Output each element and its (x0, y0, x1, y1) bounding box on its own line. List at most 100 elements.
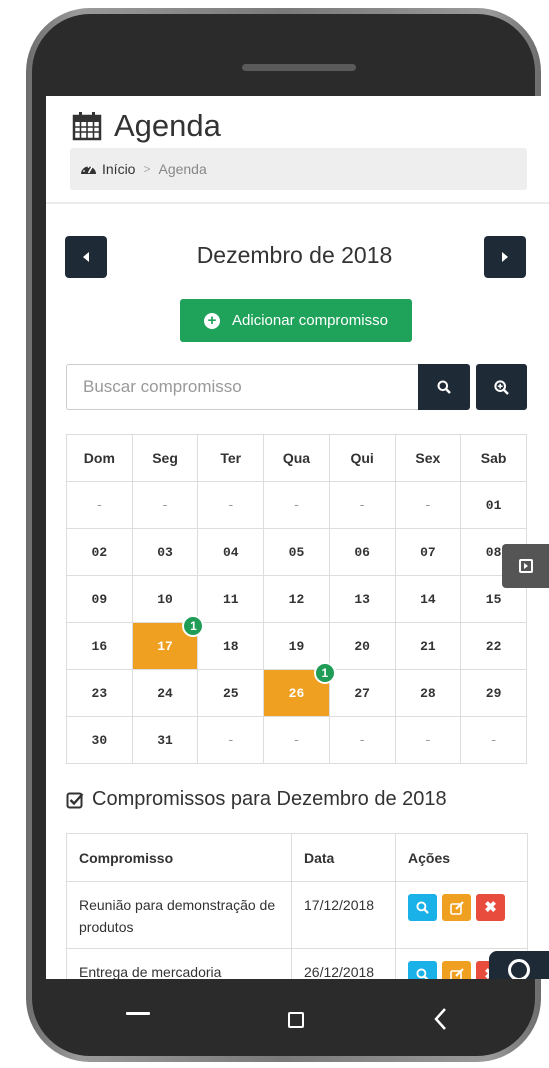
side-panel-toggle[interactable] (502, 544, 549, 588)
calendar-empty-cell: - (263, 481, 330, 529)
calendar-empty-cell: - (460, 716, 527, 764)
delete-appointment-button[interactable]: ✖ (476, 894, 505, 921)
calendar-day-cell[interactable]: 28 (394, 669, 462, 717)
appointment-row: Reunião para demonstração de produtos 17… (66, 881, 528, 949)
calendar-day-cell[interactable]: 18 (197, 622, 265, 670)
calendar-week-row: 02 03 04 05 06 07 08 (66, 528, 527, 576)
advanced-search-button[interactable] (476, 364, 527, 410)
weekday-wed: Qua (263, 434, 330, 482)
weekday-mon: Seg (131, 434, 199, 482)
calendar-day-cell[interactable]: 09 (66, 575, 133, 623)
calendar-empty-cell: - (197, 716, 265, 764)
add-appointment-label: Adicionar compromisso (232, 312, 388, 329)
triangle-right-icon (502, 252, 508, 262)
header-divider (46, 202, 549, 204)
page-title-text: Agenda (114, 108, 221, 143)
calendar-day-cell[interactable]: 20 (328, 622, 396, 670)
calendar-day-cell[interactable]: 21 (394, 622, 462, 670)
column-header-actions: Ações (395, 833, 528, 882)
calendar-icon (72, 112, 102, 141)
calendar-day-cell[interactable]: 11 (197, 575, 265, 623)
close-icon: ✖ (484, 898, 497, 916)
calendar-day-cell[interactable]: 22 (460, 622, 527, 670)
calendar-day-cell[interactable]: 06 (328, 528, 396, 576)
appointment-row: Entrega de mercadoria 26/12/2018 (66, 948, 528, 979)
calendar-week-row: - - - - - - 01 (66, 481, 527, 529)
calendar-day-cell[interactable]: 03 (131, 528, 199, 576)
plus-circle-icon: + (204, 312, 221, 329)
calendar-day-cell[interactable]: 04 (197, 528, 265, 576)
calendar-day-cell[interactable]: 29 (460, 669, 527, 717)
breadcrumb-home-label[interactable]: Início (102, 161, 135, 177)
search-button[interactable] (418, 364, 470, 410)
calendar-event-day-cell[interactable]: 17 1 (131, 615, 205, 670)
month-label: Dezembro de 2018 (196, 242, 393, 268)
app-screen: Agenda Início > Agenda Dezembro de 2018 … (46, 96, 549, 979)
calendar-day-cell[interactable]: 07 (394, 528, 462, 576)
appointments-heading: Compromissos para Dezembro de 2018 (66, 788, 447, 811)
calendar-day-cell[interactable]: 31 (131, 716, 199, 764)
checkbox-checked-icon (66, 792, 84, 808)
calendar-day-cell[interactable]: 30 (66, 716, 133, 764)
column-header-date: Data (291, 833, 396, 882)
triangle-left-icon (83, 252, 89, 262)
add-appointment-button[interactable]: + Adicionar compromisso (180, 299, 412, 342)
calendar-day-cell[interactable]: 14 (394, 575, 462, 623)
appointments-heading-text: Compromissos para Dezembro de 2018 (92, 788, 447, 810)
calendar-day-cell[interactable]: 12 (263, 575, 330, 623)
calendar-empty-cell: - (263, 716, 330, 764)
calendar-grid: Dom Seg Ter Qua Qui Sex Sab - - - - - - … (66, 434, 527, 764)
weekday-sun: Dom (66, 434, 133, 482)
breadcrumb-separator: > (143, 162, 151, 176)
chat-widget-button[interactable] (489, 951, 549, 979)
zoom-in-icon (494, 379, 509, 395)
calendar-day-cell[interactable]: 13 (328, 575, 396, 623)
calendar-day-cell[interactable]: 05 (263, 528, 330, 576)
weekday-fri: Sex (394, 434, 462, 482)
calendar-empty-cell: - (328, 481, 396, 529)
column-header-appointment: Compromisso (66, 833, 292, 882)
calendar-day-cell[interactable]: 23 (66, 669, 133, 717)
calendar-week-row: 09 10 11 12 13 14 15 (66, 575, 527, 623)
appointments-header-row: Compromisso Data Ações (66, 833, 528, 882)
chat-bubble-icon (508, 959, 530, 979)
calendar-empty-cell: - (394, 716, 462, 764)
back-chevron-icon[interactable] (431, 1005, 451, 1033)
prev-month-button[interactable] (65, 236, 107, 278)
phone-speaker (242, 64, 356, 71)
page-title: Agenda (72, 104, 221, 148)
next-month-button[interactable] (484, 236, 526, 278)
calendar-empty-cell: - (328, 716, 396, 764)
calendar-day-cell[interactable]: 02 (66, 528, 133, 576)
calendar-day-cell[interactable]: 16 (66, 622, 133, 670)
minus-nav-icon[interactable] (126, 1012, 150, 1015)
edit-appointment-button[interactable] (442, 961, 471, 979)
search-input[interactable] (66, 364, 419, 410)
calendar-empty-cell: - (66, 481, 133, 529)
search-icon (416, 968, 429, 979)
edit-appointment-button[interactable] (442, 894, 471, 921)
calendar-empty-cell: - (394, 481, 462, 529)
breadcrumb-home[interactable]: Início (80, 161, 135, 177)
calendar-day-cell[interactable]: 27 (328, 669, 396, 717)
calendar-empty-cell: - (131, 481, 199, 529)
event-day-number: 17 (157, 638, 173, 654)
weekday-sat: Sab (460, 434, 527, 482)
breadcrumb-current: Agenda (158, 161, 207, 177)
weekday-thu: Qui (328, 434, 396, 482)
home-square-icon[interactable] (288, 1012, 304, 1028)
edit-icon (449, 900, 464, 915)
calendar-day-cell[interactable]: 24 (131, 669, 199, 717)
calendar-event-day-cell[interactable]: 26 1 (263, 662, 336, 717)
calendar-day-cell[interactable]: 25 (197, 669, 265, 717)
weekday-header-row: Dom Seg Ter Qua Qui Sex Sab (66, 434, 527, 482)
calendar-week-row: 30 31 - - - - - (66, 716, 527, 764)
appointment-name: Reunião para demonstração de produtos (66, 881, 292, 949)
view-appointment-button[interactable] (408, 894, 437, 921)
appointments-table: Compromisso Data Ações Reunião para demo… (66, 833, 528, 979)
calendar-week-row: 16 17 1 18 19 20 21 22 (66, 615, 527, 670)
search-icon (437, 380, 451, 394)
appointment-date: 26/12/2018 (291, 948, 396, 979)
view-appointment-button[interactable] (408, 961, 437, 979)
calendar-day-cell[interactable]: 01 (460, 481, 527, 529)
